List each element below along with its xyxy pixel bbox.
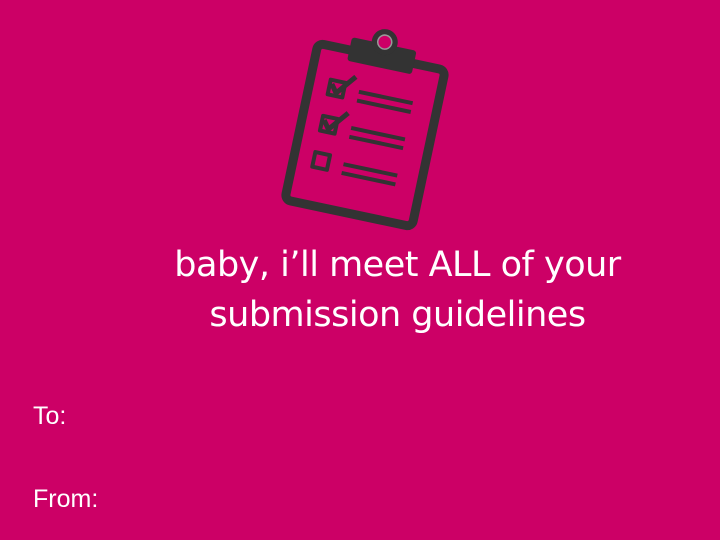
clipboard-checklist-icon	[281, 29, 449, 231]
from-label: From:	[33, 485, 99, 513]
headline: baby, i’ll meet ALL of your submission g…	[110, 240, 685, 340]
to-label: To:	[33, 402, 67, 430]
headline-line-2: submission guidelines	[209, 295, 586, 335]
headline-line-1: baby, i’ll meet ALL of your	[174, 245, 621, 285]
